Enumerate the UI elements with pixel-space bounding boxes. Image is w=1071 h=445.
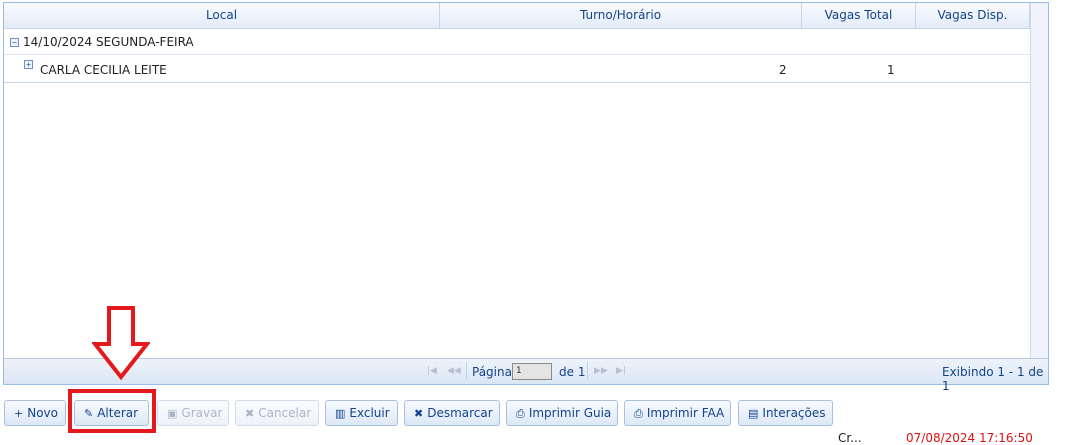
last-page-icon[interactable]: ▶| <box>616 366 626 376</box>
collapse-icon[interactable]: − <box>10 38 19 47</box>
cancel-icon: ✖ <box>245 407 255 420</box>
printer-icon: ⎙ <box>516 407 525 420</box>
cell-vagas-disp: 1 <box>887 63 895 77</box>
status-label: Cr... <box>838 431 862 445</box>
column-header-local[interactable]: Local <box>4 3 440 28</box>
printer-icon: ⎙ <box>634 407 643 420</box>
novo-label: Novo <box>27 406 58 420</box>
imprimir-faa-label: Imprimir FAA <box>646 406 725 420</box>
group-label: 14/10/2024 SEGUNDA-FEIRA <box>23 35 194 49</box>
paging-toolbar: |◀ ◀◀ Página 1 de 1 ▶▶ ▶| Exibindo 1 - 1… <box>4 358 1048 393</box>
column-header-vagas-disp[interactable]: Vagas Disp. <box>916 3 1030 28</box>
plus-icon: + <box>14 407 24 420</box>
x-icon: ✖ <box>414 407 424 420</box>
imprimir-guia-button[interactable]: ⎙ Imprimir Guia <box>506 400 618 426</box>
pager-separator <box>587 362 588 380</box>
vertical-scrollbar[interactable] <box>1030 3 1048 358</box>
down-arrow-icon <box>92 306 150 380</box>
column-header-vagas-total[interactable]: Vagas Total <box>802 3 916 28</box>
status-timestamp: 07/08/2024 17:16:50 <box>906 431 1033 445</box>
next-page-icon[interactable]: ▶▶ <box>594 366 608 376</box>
imprimir-guia-label: Imprimir Guia <box>528 406 612 420</box>
cancelar-label: Cancelar <box>258 406 312 420</box>
imprimir-faa-button[interactable]: ⎙ Imprimir FAA <box>624 400 731 426</box>
appointments-grid: Local Turno/Horário Vagas Total Vagas Di… <box>3 2 1049 393</box>
first-page-icon[interactable]: |◀ <box>427 366 437 376</box>
gravar-label: Gravar <box>181 406 223 420</box>
save-icon: ▣ <box>167 407 178 420</box>
novo-button[interactable]: + Novo <box>4 400 66 426</box>
interacoes-button[interactable]: ▤ Interações <box>738 400 833 426</box>
gravar-button[interactable]: ▣ Gravar <box>157 400 229 426</box>
grid-header: Local Turno/Horário Vagas Total Vagas Di… <box>4 3 1048 29</box>
display-info: Exibindo 1 - 1 de 1 <box>942 365 1044 393</box>
page-number-input[interactable]: 1 <box>512 363 552 380</box>
pager-separator <box>466 362 467 380</box>
desmarcar-button[interactable]: ✖ Desmarcar <box>404 400 500 426</box>
prev-page-icon[interactable]: ◀◀ <box>447 366 461 376</box>
expand-icon[interactable]: + <box>24 60 33 69</box>
notebook-icon: ▤ <box>748 407 759 420</box>
cell-local: CARLA CECILIA LEITE <box>40 63 167 77</box>
excluir-button[interactable]: ▥ Excluir <box>325 400 398 426</box>
desmarcar-label: Desmarcar <box>427 406 493 420</box>
interacoes-label: Interações <box>762 406 826 420</box>
group-row[interactable]: − 14/10/2024 SEGUNDA-FEIRA <box>4 29 1030 55</box>
page-label: Página <box>472 365 512 379</box>
trash-icon: ▥ <box>335 407 346 420</box>
cancelar-button[interactable]: ✖ Cancelar <box>235 400 319 426</box>
table-row[interactable]: + CARLA CECILIA LEITE 2 1 <box>4 55 1030 83</box>
excluir-label: Excluir <box>349 406 390 420</box>
column-header-turno[interactable]: Turno/Horário <box>440 3 802 28</box>
highlight-box <box>68 389 156 433</box>
cell-vagas-total: 2 <box>779 63 787 77</box>
page-of-label: de 1 <box>559 365 586 379</box>
